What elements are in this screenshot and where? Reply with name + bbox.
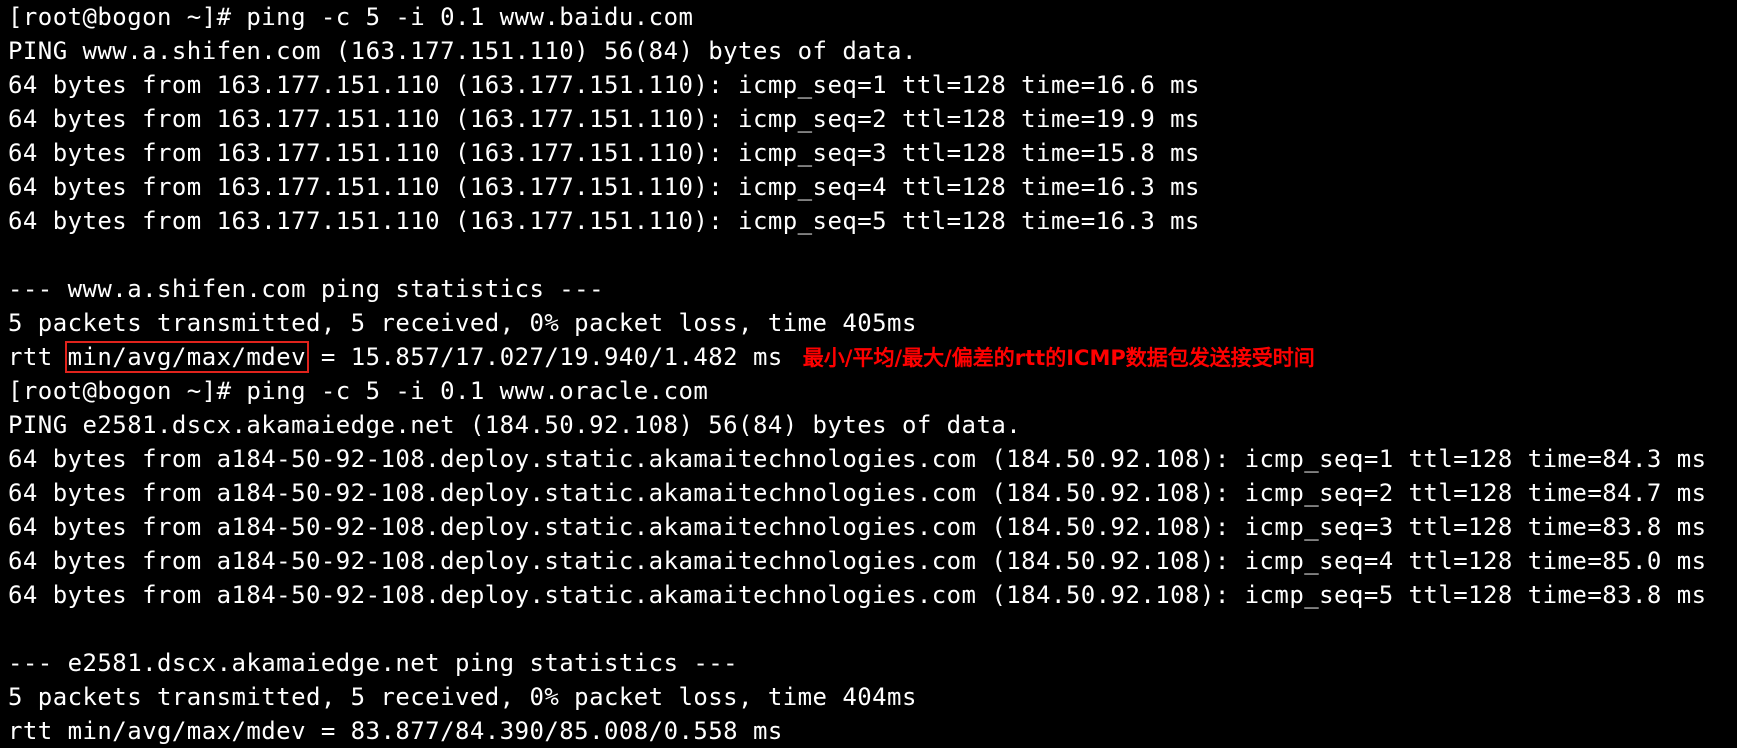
highlight-box: min/avg/max/mdev (64, 341, 309, 373)
terminal-line: --- e2581.dscx.akamaiedge.net ping stati… (8, 649, 739, 677)
terminal-line: 64 bytes from 163.177.151.110 (163.177.1… (8, 173, 1200, 201)
terminal-line: 5 packets transmitted, 5 received, 0% pa… (8, 309, 917, 337)
terminal-line: 5 packets transmitted, 5 received, 0% pa… (8, 683, 917, 711)
annotation-text: 最小/平均/最大/偏差的rtt的ICMP数据包发送接受时间 (802, 346, 1315, 370)
terminal-line: [root@bogon ~]# ping -c 5 -i 0.1 www.bai… (8, 3, 694, 31)
terminal-line: 64 bytes from 163.177.151.110 (163.177.1… (8, 207, 1200, 235)
terminal-line: 64 bytes from 163.177.151.110 (163.177.1… (8, 105, 1200, 133)
terminal-line: 64 bytes from a184-50-92-108.deploy.stat… (8, 513, 1707, 541)
terminal-line: 64 bytes from a184-50-92-108.deploy.stat… (8, 547, 1707, 575)
terminal-line: --- www.a.shifen.com ping statistics --- (8, 275, 604, 303)
terminal-line: rtt min/avg/max/mdev = 83.877/84.390/85.… (8, 717, 783, 745)
rtt-summary-line: rtt min/avg/max/mdev = 15.857/17.027/19.… (8, 340, 1733, 374)
terminal-window[interactable]: [root@bogon ~]# ping -c 5 -i 0.1 www.bai… (8, 0, 1733, 745)
terminal-line: [root@bogon ~]# ping -c 5 -i 0.1 www.ora… (8, 377, 709, 405)
terminal-line: 64 bytes from a184-50-92-108.deploy.stat… (8, 581, 1707, 609)
terminal-line: 64 bytes from a184-50-92-108.deploy.stat… (8, 479, 1707, 507)
terminal-line: 64 bytes from 163.177.151.110 (163.177.1… (8, 139, 1200, 167)
rtt-prefix: rtt (8, 343, 68, 371)
rtt-values: = 15.857/17.027/19.940/1.482 ms (306, 343, 783, 371)
terminal-line: 64 bytes from 163.177.151.110 (163.177.1… (8, 71, 1200, 99)
terminal-line: PING www.a.shifen.com (163.177.151.110) … (8, 37, 917, 65)
terminal-line: PING e2581.dscx.akamaiedge.net (184.50.9… (8, 411, 1022, 439)
terminal-line: 64 bytes from a184-50-92-108.deploy.stat… (8, 445, 1707, 473)
